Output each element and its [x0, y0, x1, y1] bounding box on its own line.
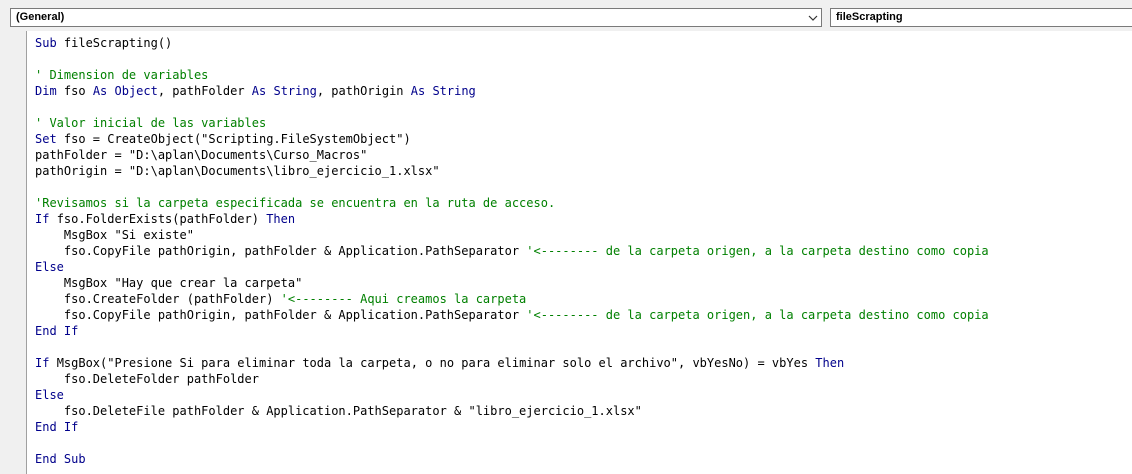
margin-indicator-bar[interactable] — [4, 31, 26, 474]
keyword-token: Then — [815, 356, 845, 370]
code-line: fso.DeleteFolder pathFolder — [35, 371, 989, 387]
code-token: MsgBox "Si existe" — [35, 228, 194, 242]
code-lines: Sub fileScrapting() ' Dimension de varia… — [35, 35, 989, 467]
comment-token: '<-------- Aqui creamos la carpeta — [280, 292, 527, 306]
code-line: fso.CreateFolder (pathFolder) '<--------… — [35, 291, 989, 307]
code-token: fso.DeleteFolder pathFolder — [35, 372, 259, 386]
code-text-area[interactable]: Sub fileScrapting() ' Dimension de varia… — [27, 31, 1132, 474]
code-line: MsgBox "Hay que crear la carpeta" — [35, 275, 989, 291]
keyword-token: As — [251, 84, 274, 98]
keyword-token: Else — [35, 260, 64, 274]
comment-token: ' Dimension de variables — [35, 68, 209, 82]
code-token: fso = CreateObject("Scripting.FileSystem… — [63, 132, 411, 146]
comment-token: ' Valor inicial de las variables — [35, 116, 267, 130]
code-window-toolbar: (General) fileScrapting — [0, 6, 1132, 30]
code-token: MsgBox("Presione Si para eliminar toda l… — [56, 356, 816, 370]
code-token: fso.CopyFile pathOrigin, pathFolder & Ap… — [35, 244, 527, 258]
code-line: ' Dimension de variables — [35, 67, 989, 83]
code-editor: Sub fileScrapting() ' Dimension de varia… — [0, 31, 1132, 474]
code-line: Set fso = CreateObject("Scripting.FileSy… — [35, 131, 989, 147]
keyword-token: If — [35, 356, 57, 370]
procedure-combo-value: fileScrapting — [836, 11, 903, 23]
code-line: Else — [35, 259, 989, 275]
keyword-token: Sub — [35, 36, 64, 50]
keyword-token: Then — [266, 212, 296, 226]
comment-token: '<-------- de la carpeta origen, a la ca… — [526, 308, 989, 322]
keyword-token: End Sub — [35, 452, 86, 466]
code-line: 'Revisamos si la carpeta especificada se… — [35, 195, 989, 211]
code-token: fso.CreateFolder (pathFolder) — [35, 292, 281, 306]
object-combo-value: (General) — [16, 11, 65, 23]
code-line: End Sub — [35, 451, 989, 467]
code-token: fso.DeleteFile pathFolder & Application.… — [35, 404, 642, 418]
code-line: If MsgBox("Presione Si para eliminar tod… — [35, 355, 989, 371]
code-line: pathOrigin = "D:\aplan\Documents\libro_e… — [35, 163, 989, 179]
code-line: End If — [35, 419, 989, 435]
keyword-token: String — [273, 84, 317, 98]
comment-token: '<-------- de la carpeta origen, a la ca… — [526, 244, 989, 258]
code-line: If fso.FolderExists(pathFolder) Then — [35, 211, 989, 227]
code-token: , pathFolder — [157, 84, 252, 98]
keyword-token: Object — [114, 84, 158, 98]
code-token: , pathOrigin — [316, 84, 411, 98]
chevron-down-icon[interactable] — [806, 9, 820, 26]
code-line: fso.DeleteFile pathFolder & Application.… — [35, 403, 989, 419]
keyword-token: End If — [35, 420, 79, 434]
code-line: End If — [35, 323, 989, 339]
code-line: Dim fso As Object, pathFolder As String,… — [35, 83, 989, 99]
code-line: Sub fileScrapting() — [35, 35, 989, 51]
object-combo[interactable]: (General) — [10, 8, 822, 27]
keyword-token: Dim — [35, 84, 64, 98]
code-token: fso — [63, 84, 93, 98]
code-line: MsgBox "Si existe" — [35, 227, 989, 243]
code-line: fso.CopyFile pathOrigin, pathFolder & Ap… — [35, 307, 989, 323]
code-token: MsgBox "Hay que crear la carpeta" — [35, 276, 303, 290]
keyword-token: Set — [35, 132, 64, 146]
keyword-token: As — [92, 84, 115, 98]
keyword-token: String — [432, 84, 476, 98]
code-line: pathFolder = "D:\aplan\Documents\Curso_M… — [35, 147, 989, 163]
code-line: fso.CopyFile pathOrigin, pathFolder & Ap… — [35, 243, 989, 259]
keyword-token: End If — [35, 324, 79, 338]
comment-token: 'Revisamos si la carpeta especificada se… — [35, 196, 556, 210]
code-token: pathOrigin = "D:\aplan\Documents\libro_e… — [35, 164, 440, 178]
keyword-token: Else — [35, 388, 64, 402]
code-line: ' Valor inicial de las variables — [35, 115, 989, 131]
procedure-combo[interactable]: fileScrapting — [830, 8, 1132, 27]
code-token: fso.FolderExists(pathFolder) — [56, 212, 267, 226]
code-token: fileScrapting() — [63, 36, 173, 50]
keyword-token: If — [35, 212, 57, 226]
code-token: pathFolder = "D:\aplan\Documents\Curso_M… — [35, 148, 368, 162]
code-line: Else — [35, 387, 989, 403]
keyword-token: As — [410, 84, 433, 98]
code-token: fso.CopyFile pathOrigin, pathFolder & Ap… — [35, 308, 527, 322]
